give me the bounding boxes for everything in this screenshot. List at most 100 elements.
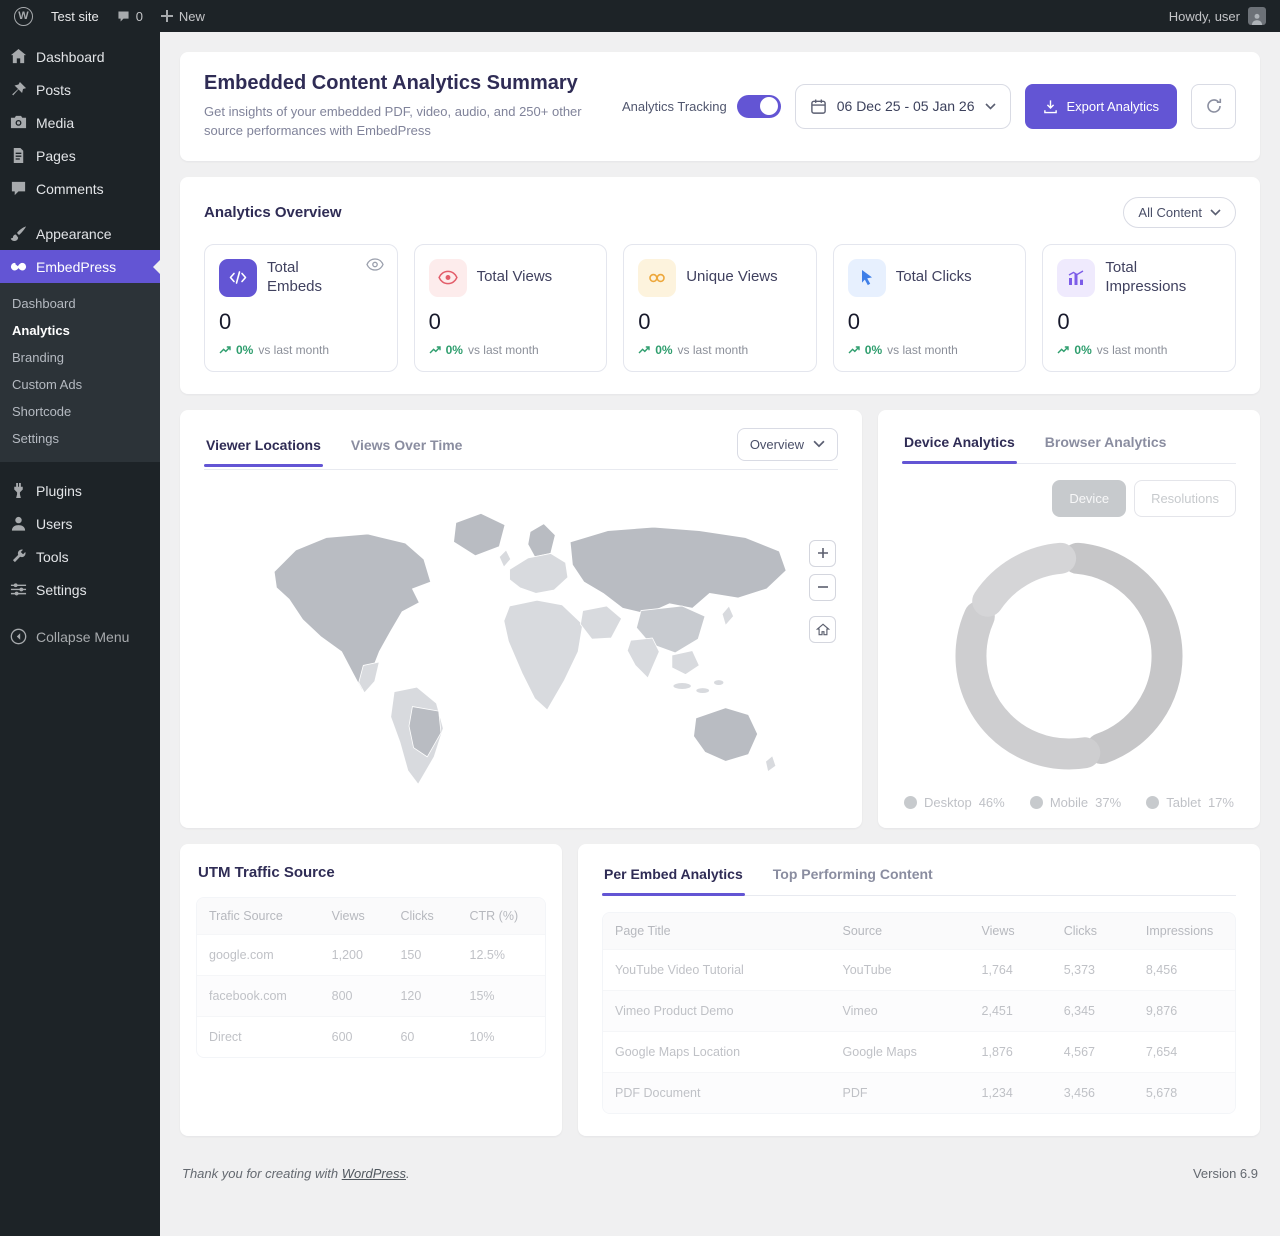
- table-row[interactable]: facebook.com 800 120 15%: [197, 975, 545, 1016]
- legend-label: Desktop: [924, 795, 972, 810]
- map-overview-dropdown[interactable]: Overview: [737, 428, 838, 461]
- embed-cell-views: 2,451: [970, 990, 1052, 1031]
- table-row[interactable]: google.com 1,200 150 12.5%: [197, 934, 545, 975]
- sidebar-item-media[interactable]: Media: [0, 106, 160, 139]
- embed-cell-source: YouTube: [831, 949, 970, 990]
- submenu-item-custom-ads[interactable]: Custom Ads: [0, 371, 160, 398]
- legend-dot-icon: [904, 796, 917, 809]
- sidebar-item-embedpress[interactable]: EmbedPress: [0, 250, 160, 283]
- sidebar-item-dashboard[interactable]: Dashboard: [0, 40, 160, 73]
- embed-cell-clicks: 6,345: [1052, 990, 1134, 1031]
- map-zoom-out-button[interactable]: [809, 574, 836, 601]
- tab-top-performing-content[interactable]: Top Performing Content: [771, 860, 935, 895]
- utm-cell-clicks: 120: [388, 975, 457, 1016]
- stat-trend-note: vs last month: [1097, 343, 1168, 357]
- map-overview-value: Overview: [750, 437, 804, 452]
- embed-cell-source: Google Maps: [831, 1031, 970, 1072]
- site-name-link[interactable]: Test site: [51, 9, 99, 24]
- table-row[interactable]: PDF Document PDF 1,234 3,456 5,678: [603, 1072, 1235, 1113]
- chevron-down-icon: [1210, 209, 1221, 216]
- comments-count: 0: [136, 9, 143, 24]
- tab-views-over-time[interactable]: Views Over Time: [349, 431, 465, 466]
- embed-cell-title: PDF Document: [603, 1072, 831, 1113]
- device-legend: Desktop 46% Mobile 37% Tablet 17%: [902, 795, 1236, 810]
- sidebar-separator: [0, 205, 160, 217]
- plus-icon: [161, 10, 173, 22]
- stat-value: 0: [429, 309, 593, 335]
- sidebar-item-settings[interactable]: Settings: [0, 573, 160, 606]
- sidebar-item-users[interactable]: Users: [0, 507, 160, 540]
- sidebar-item-label: Posts: [36, 82, 71, 98]
- submenu-item-dashboard[interactable]: Dashboard: [0, 290, 160, 317]
- date-range-picker[interactable]: 06 Dec 25 - 05 Jan 26: [795, 84, 1011, 129]
- stat-trend-note: vs last month: [887, 343, 958, 357]
- views-eye-icon: [429, 259, 467, 297]
- refresh-button[interactable]: [1191, 84, 1236, 129]
- sidebar-item-pages[interactable]: Pages: [0, 139, 160, 172]
- tab-browser-analytics[interactable]: Browser Analytics: [1043, 428, 1169, 463]
- sidebar-item-appearance[interactable]: Appearance: [0, 217, 160, 250]
- stat-value: 0: [638, 309, 802, 335]
- tab-per-embed-analytics[interactable]: Per Embed Analytics: [602, 860, 745, 895]
- content-filter-dropdown[interactable]: All Content: [1123, 197, 1236, 228]
- sidebar-item-comments[interactable]: Comments: [0, 172, 160, 205]
- map-reset-button[interactable]: [809, 616, 836, 643]
- sidebar-item-label: Plugins: [36, 483, 82, 499]
- stat-label: Total Views: [477, 268, 553, 287]
- table-row[interactable]: Vimeo Product Demo Vimeo 2,451 6,345 9,8…: [603, 990, 1235, 1031]
- footer-thanks-period: .: [406, 1166, 410, 1181]
- sidebar-item-tools[interactable]: Tools: [0, 540, 160, 573]
- utm-header: CTR (%): [458, 898, 545, 935]
- sidebar-item-collapse-menu[interactable]: Collapse Menu: [0, 620, 160, 653]
- chevron-down-icon: [985, 103, 996, 110]
- analytics-header-card: Embedded Content Analytics Summary Get i…: [180, 52, 1260, 161]
- comments-shortcut[interactable]: 0: [117, 9, 143, 24]
- device-analytics-card: Device Analytics Browser Analytics Devic…: [878, 410, 1260, 828]
- user-avatar[interactable]: [1248, 7, 1266, 25]
- unique-views-icon: [638, 259, 676, 297]
- pushpin-icon: [10, 81, 27, 98]
- minus-icon: [817, 581, 829, 593]
- sidebar-item-label: Comments: [36, 181, 104, 197]
- submenu-item-settings[interactable]: Settings: [0, 425, 160, 452]
- tab-device-analytics[interactable]: Device Analytics: [902, 428, 1017, 463]
- howdy-user[interactable]: Howdy, user: [1169, 9, 1240, 24]
- device-filter-button[interactable]: Device: [1052, 480, 1126, 517]
- sidebar-item-plugins[interactable]: Plugins: [0, 474, 160, 507]
- utm-cell-views: 1,200: [320, 934, 389, 975]
- admin-footer: Thank you for creating with WordPress. V…: [180, 1136, 1260, 1199]
- trend-up-icon: [638, 345, 650, 354]
- embed-cell-clicks: 4,567: [1052, 1031, 1134, 1072]
- trend-up-icon: [1057, 345, 1069, 354]
- main-content: Embedded Content Analytics Summary Get i…: [160, 32, 1280, 1236]
- wordpress-link[interactable]: WordPress: [342, 1166, 406, 1181]
- table-row[interactable]: Direct 600 60 10%: [197, 1016, 545, 1057]
- legend-pct: 17%: [1208, 795, 1234, 810]
- table-row[interactable]: YouTube Video Tutorial YouTube 1,764 5,3…: [603, 949, 1235, 990]
- impressions-chart-icon: [1057, 259, 1095, 297]
- new-content-button[interactable]: New: [161, 9, 205, 24]
- map-zoom-in-button[interactable]: [809, 540, 836, 567]
- sidebar-item-posts[interactable]: Posts: [0, 73, 160, 106]
- plug-icon: [10, 482, 27, 499]
- world-map[interactable]: [241, 502, 801, 799]
- submenu-item-branding[interactable]: Branding: [0, 344, 160, 371]
- stat-card-total-embeds: Total Embeds 0 0% vs last month: [204, 244, 398, 372]
- submenu-item-analytics[interactable]: Analytics: [0, 317, 160, 344]
- utm-title: UTM Traffic Source: [196, 864, 546, 881]
- wordpress-logo-icon[interactable]: W: [14, 7, 33, 26]
- stat-trend-pct: 0%: [655, 343, 672, 357]
- trend-up-icon: [219, 345, 231, 354]
- export-analytics-button[interactable]: Export Analytics: [1025, 84, 1178, 129]
- admin-sidebar: Dashboard Posts Media Pages Comments App…: [0, 32, 160, 1236]
- site-name: Test site: [51, 9, 99, 24]
- utm-cell-ctr: 10%: [458, 1016, 545, 1057]
- table-row[interactable]: Google Maps Location Google Maps 1,876 4…: [603, 1031, 1235, 1072]
- legend-pct: 46%: [979, 795, 1005, 810]
- submenu-item-shortcode[interactable]: Shortcode: [0, 398, 160, 425]
- visibility-eye-icon[interactable]: [366, 258, 384, 276]
- comments-icon: [10, 180, 27, 197]
- tab-viewer-locations[interactable]: Viewer Locations: [204, 431, 323, 466]
- resolutions-filter-button[interactable]: Resolutions: [1134, 480, 1236, 517]
- analytics-tracking-toggle[interactable]: [737, 95, 781, 118]
